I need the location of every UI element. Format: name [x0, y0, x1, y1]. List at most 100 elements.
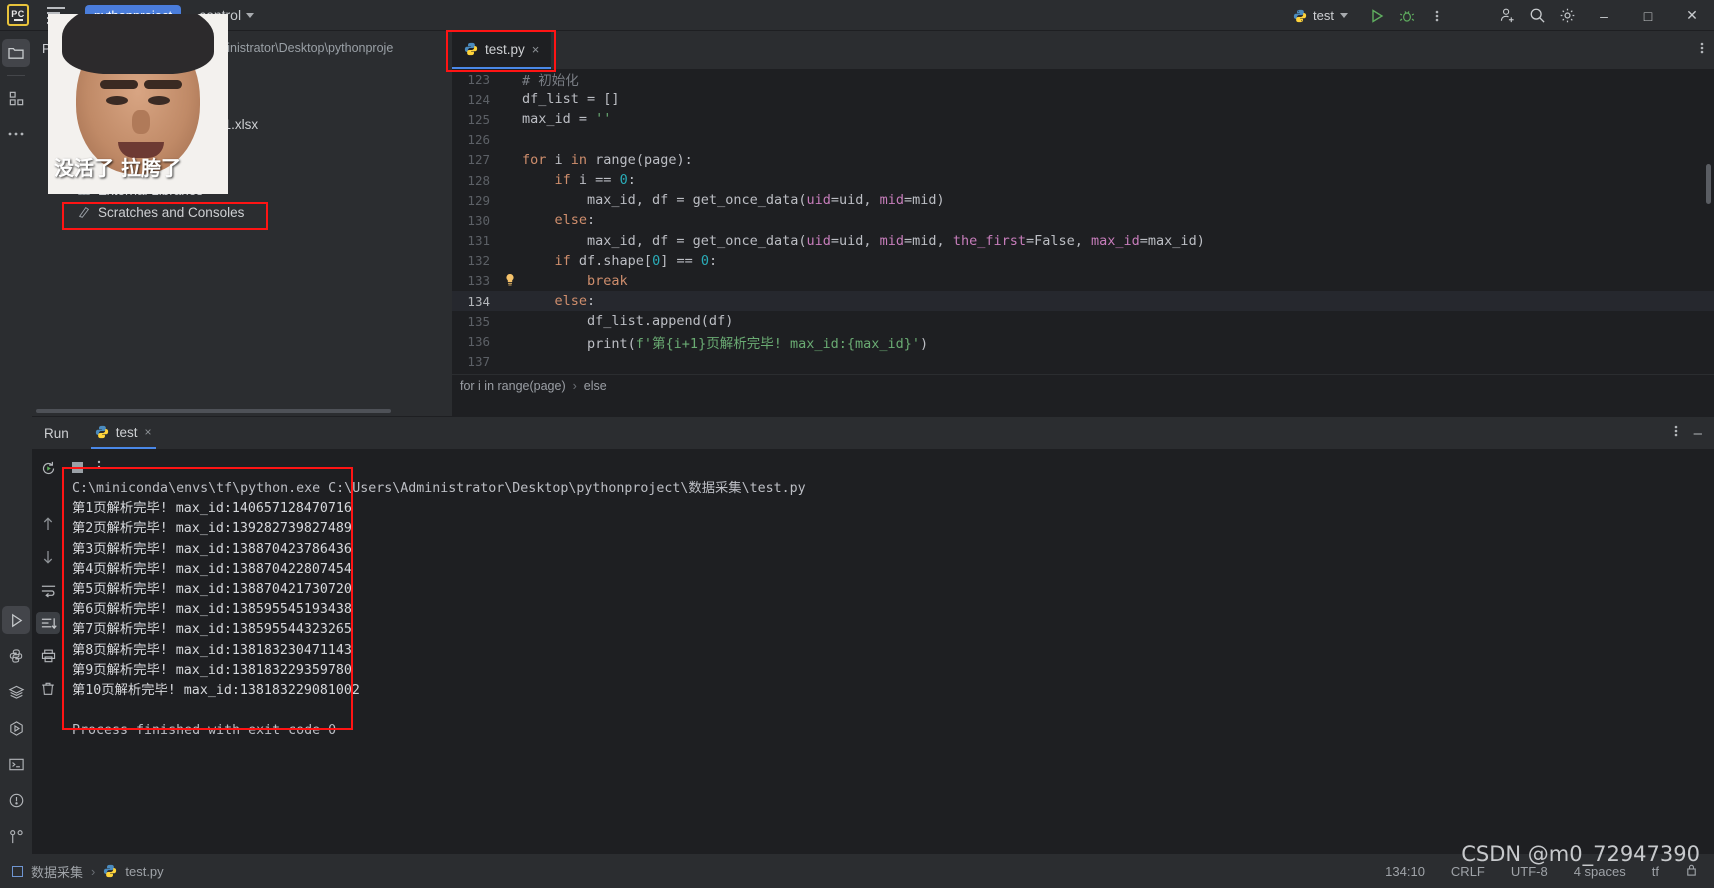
line-number: 136	[467, 334, 490, 350]
run-minimize-button[interactable]: –	[1694, 425, 1702, 442]
editor-tab-test-py[interactable]: test.py ×	[452, 31, 552, 69]
services-button[interactable]	[2, 678, 30, 706]
console-output-line: 第4页解析完毕! max_id:138870422807454	[72, 561, 352, 577]
code-line[interactable]: 138df = pd.concat(df_list).astype(str).d…	[452, 372, 1714, 375]
code-line-text: print(f'第{i+1}页解析完毕! max_id:{max_id}')	[522, 335, 929, 352]
code-line[interactable]: 133 break	[452, 271, 1714, 291]
run-button[interactable]	[1362, 3, 1392, 29]
code-line-text: df_list.append(df)	[522, 313, 734, 330]
console-output-line: 第5页解析完毕! max_id:138870421730720	[72, 581, 352, 597]
editor-tab-label: test.py	[485, 41, 525, 57]
run-configuration-selector[interactable]: test	[1293, 8, 1348, 23]
code-line[interactable]: 131 max_id, df = get_once_data(uid=uid, …	[452, 231, 1714, 251]
chevron-right-icon: ›	[572, 378, 577, 393]
editor-tab-bar: test.py ×	[452, 31, 1714, 69]
left-tool-rail	[0, 31, 32, 856]
code-line[interactable]: 137	[452, 352, 1714, 372]
run-tool-window-header: Run test × –	[32, 417, 1714, 449]
code-line-text: else:	[554, 212, 596, 229]
module-icon	[12, 865, 23, 877]
chevron-down-icon	[1340, 13, 1348, 18]
breadcrumb-item-1[interactable]: else	[584, 379, 607, 393]
console-command-line: C:\miniconda\envs\tf\python.exe C:\Users…	[72, 481, 806, 496]
run-tool-window-button[interactable]	[2, 606, 30, 634]
editor-scrollbar-thumb[interactable]	[1706, 164, 1711, 204]
console-exit-message: Process finished with exit code 0	[72, 723, 337, 739]
more-tool-windows-button[interactable]	[2, 120, 30, 148]
console-output: C:\miniconda\envs\tf\python.exe C:\Users…	[64, 479, 1714, 701]
console-output-line: 第3页解析完毕! max_id:138870423786436	[72, 541, 352, 557]
run-console[interactable]: C:\miniconda\envs\tf\python.exe C:\Users…	[64, 449, 1714, 854]
code-editor[interactable]: 123 # 初始化 124 df_list = [] 125 max_id = '' 126…	[452, 69, 1714, 374]
console-output-line: 第8页解析完毕! max_id:138183230471143	[72, 642, 352, 658]
eye-left	[106, 96, 128, 105]
run-anything-button[interactable]	[2, 714, 30, 742]
eyebrow-right	[144, 80, 182, 89]
code-line-text: break	[587, 272, 628, 289]
bulb-icon[interactable]	[498, 273, 522, 289]
close-icon[interactable]: ×	[532, 42, 540, 57]
code-line-text: if i == 0:	[554, 172, 636, 189]
title-bar-right: test – □ ✕	[1293, 0, 1714, 31]
code-line[interactable]: 136 print(f'第{i+1}页解析完毕! max_id:{max_id}…	[452, 331, 1714, 352]
rail-divider	[7, 75, 25, 76]
commit-tool-button[interactable]	[2, 84, 30, 112]
code-line[interactable]: 135 df_list.append(df)	[452, 311, 1714, 331]
debug-button[interactable]	[1392, 3, 1422, 29]
title-bar: PC pythonproject control test	[0, 0, 1714, 31]
problems-button[interactable]	[2, 786, 30, 814]
code-line[interactable]: 123 # 初始化	[452, 69, 1714, 90]
code-line[interactable]: 132 if df.shape[0] == 0:	[452, 251, 1714, 271]
console-inline-toolbar	[64, 455, 1714, 479]
settings-button[interactable]	[1552, 3, 1582, 29]
code-line[interactable]: 125 max_id = ''	[452, 109, 1714, 129]
code-line[interactable]: 134 else:	[452, 291, 1714, 312]
version-control-button[interactable]	[2, 822, 30, 850]
csdn-watermark: CSDN @m0_72947390	[1461, 842, 1700, 866]
close-button[interactable]: ✕	[1670, 0, 1714, 31]
eyebrow-left	[100, 80, 138, 89]
python-icon	[1293, 9, 1307, 22]
code-line-text: # 初始化	[522, 73, 579, 90]
warning-circle-icon	[9, 793, 23, 807]
code-line[interactable]: 124 df_list = []	[452, 89, 1714, 109]
maximize-button[interactable]: □	[1626, 0, 1670, 31]
left-rail-bottom-group	[2, 598, 30, 856]
run-more-actions-button[interactable]	[1674, 423, 1678, 443]
line-number: 128	[467, 172, 490, 188]
arrow-up-icon	[43, 517, 53, 530]
line-number: 131	[467, 233, 490, 249]
editor-area: test.py × 21 51 ▾ 123# 初始化124df_list = […	[452, 31, 1714, 416]
project-tool-button[interactable]	[2, 39, 30, 67]
webcam-caption: 没活了 拉胯了	[54, 156, 181, 180]
code-line[interactable]: 128 if i == 0:	[452, 170, 1714, 190]
terminal-icon	[8, 758, 24, 770]
line-number: 127	[467, 152, 490, 168]
squares-icon	[9, 91, 23, 105]
more-actions-button[interactable]	[1422, 3, 1452, 29]
pycharm-logo-icon: PC	[7, 4, 29, 26]
code-line[interactable]: 127 for i in range(page):	[452, 150, 1714, 170]
code-line-text: for i in range(page):	[522, 151, 693, 168]
arrow-down-icon	[43, 551, 53, 564]
python-console-button[interactable]	[2, 642, 30, 670]
run-tool-window: Run test × – C:\miniconda\envs\tf\python…	[32, 417, 1714, 854]
editor-tab-options-button[interactable]	[1700, 40, 1704, 61]
code-line[interactable]: 126	[452, 130, 1714, 150]
code-line[interactable]: 130 else:	[452, 210, 1714, 230]
breadcrumb-item-0[interactable]: for i in range(page)	[460, 379, 566, 393]
search-button[interactable]	[1522, 3, 1552, 29]
line-number: 124	[467, 91, 490, 107]
code-line[interactable]: 129 max_id, df = get_once_data(uid=uid, …	[452, 190, 1714, 210]
python-icon	[9, 649, 23, 663]
caret-position[interactable]: 134:10	[1385, 864, 1425, 879]
terminal-button[interactable]	[2, 750, 30, 778]
beanie-hat	[62, 14, 214, 74]
minimize-button[interactable]: –	[1582, 0, 1626, 31]
add-user-button[interactable]	[1492, 3, 1522, 29]
folder-icon	[8, 47, 24, 59]
line-number: 126	[467, 132, 490, 148]
python-icon	[464, 42, 478, 56]
line-number: 132	[467, 253, 490, 269]
code-line-text: max_id = ''	[522, 111, 612, 128]
